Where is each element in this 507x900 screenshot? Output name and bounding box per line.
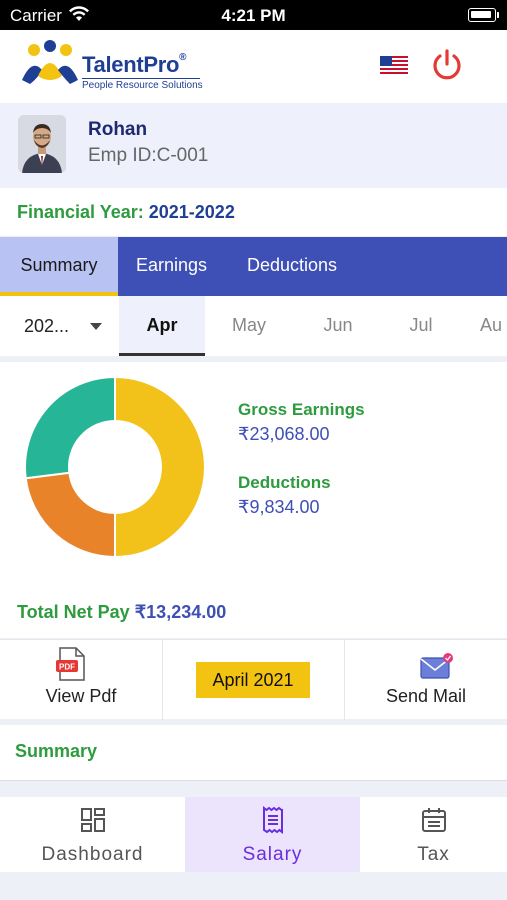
- salary-icon: [262, 806, 283, 834]
- status-bar: Carrier 4:21 PM: [0, 0, 507, 30]
- nav-salary-label: Salary: [242, 844, 303, 865]
- battery-tip: [497, 12, 499, 18]
- month-jun[interactable]: Jun: [298, 296, 378, 356]
- clock: 4:21 PM: [221, 6, 286, 25]
- month-may[interactable]: May: [210, 296, 288, 356]
- tab-summary[interactable]: Summary: [0, 237, 118, 296]
- nav-dashboard-label: Dashboard: [41, 844, 144, 865]
- us-flag-icon[interactable]: [380, 56, 408, 74]
- year-dropdown[interactable]: 202...: [0, 296, 118, 356]
- view-pdf-label: View Pdf: [45, 686, 117, 706]
- month-aug[interactable]: Au: [480, 296, 507, 356]
- total-net-pay: Total Net Pay ₹13,234.00: [17, 602, 226, 623]
- salary-chart-section: Gross Earnings ₹23,068.00 Deductions ₹9,…: [0, 362, 507, 638]
- tax-icon: [421, 808, 446, 832]
- month-jul[interactable]: Jul: [382, 296, 460, 356]
- app-header: TalentPro® People Resource Solutions: [0, 30, 507, 103]
- logo-people-icon: [22, 40, 78, 84]
- payslip-actions: PDF View Pdf April 2021 Send Mail: [0, 639, 507, 720]
- mail-icon: [420, 653, 453, 679]
- month-apr[interactable]: Apr: [119, 296, 205, 356]
- pdf-icon: PDF: [56, 647, 85, 681]
- battery-icon: [468, 8, 496, 22]
- avatar: [18, 115, 66, 173]
- nav-salary[interactable]: Salary: [185, 797, 360, 872]
- divider: [162, 640, 163, 720]
- salary-donut-chart: [24, 375, 206, 559]
- talentpro-logo: TalentPro® People Resource Solutions: [20, 38, 210, 98]
- send-mail-button[interactable]: Send Mail: [345, 640, 507, 720]
- nav-dashboard[interactable]: Dashboard: [0, 797, 185, 872]
- employee-name: Rohan: [88, 119, 148, 140]
- tab-deductions[interactable]: Deductions: [247, 237, 337, 296]
- logo-brand-text: TalentPro®: [82, 52, 187, 77]
- power-icon[interactable]: [430, 48, 464, 82]
- financial-year-label: Financial Year:: [17, 202, 144, 222]
- nav-tax-label: Tax: [417, 844, 450, 865]
- logo-underline: [82, 78, 200, 79]
- net-pay-label: Total Net Pay: [17, 602, 130, 622]
- chevron-down-icon: [90, 323, 102, 330]
- donut-slice-1: [24, 471, 116, 559]
- gross-earnings-label: Gross Earnings: [238, 400, 365, 419]
- avatar-image: [18, 115, 66, 173]
- bottom-nav: Dashboard Salary Tax: [0, 797, 507, 872]
- tab-earnings[interactable]: Earnings: [136, 237, 207, 296]
- deductions-label: Deductions: [238, 473, 331, 492]
- logo-tagline: People Resource Solutions: [82, 80, 203, 91]
- financial-year: Financial Year: 2021-2022: [0, 188, 507, 236]
- net-pay-value: ₹13,234.00: [134, 602, 227, 622]
- gross-earnings-value: ₹23,068.00: [238, 424, 330, 444]
- month-selector: 202... Apr May Jun Jul Au: [0, 296, 507, 356]
- employee-id: Emp ID:C-001: [88, 145, 209, 166]
- summary-heading: Summary: [0, 725, 507, 781]
- donut-slice-2: [24, 375, 116, 480]
- nav-tax[interactable]: Tax: [360, 797, 507, 872]
- profile-card: Rohan Emp ID:C-001: [0, 105, 507, 187]
- year-dropdown-value: 202...: [24, 316, 70, 336]
- financial-year-value: 2021-2022: [148, 202, 235, 222]
- deductions-value: ₹9,834.00: [238, 497, 320, 517]
- send-mail-label: Send Mail: [385, 686, 467, 706]
- dashboard-icon: [80, 808, 105, 832]
- payslip-month-badge: April 2021: [196, 662, 310, 698]
- donut-slice-0: [114, 375, 206, 559]
- salary-tabs: Summary Earnings Deductions: [0, 237, 507, 296]
- view-pdf-button[interactable]: PDF View Pdf: [0, 640, 162, 720]
- svg-text:PDF: PDF: [59, 663, 75, 672]
